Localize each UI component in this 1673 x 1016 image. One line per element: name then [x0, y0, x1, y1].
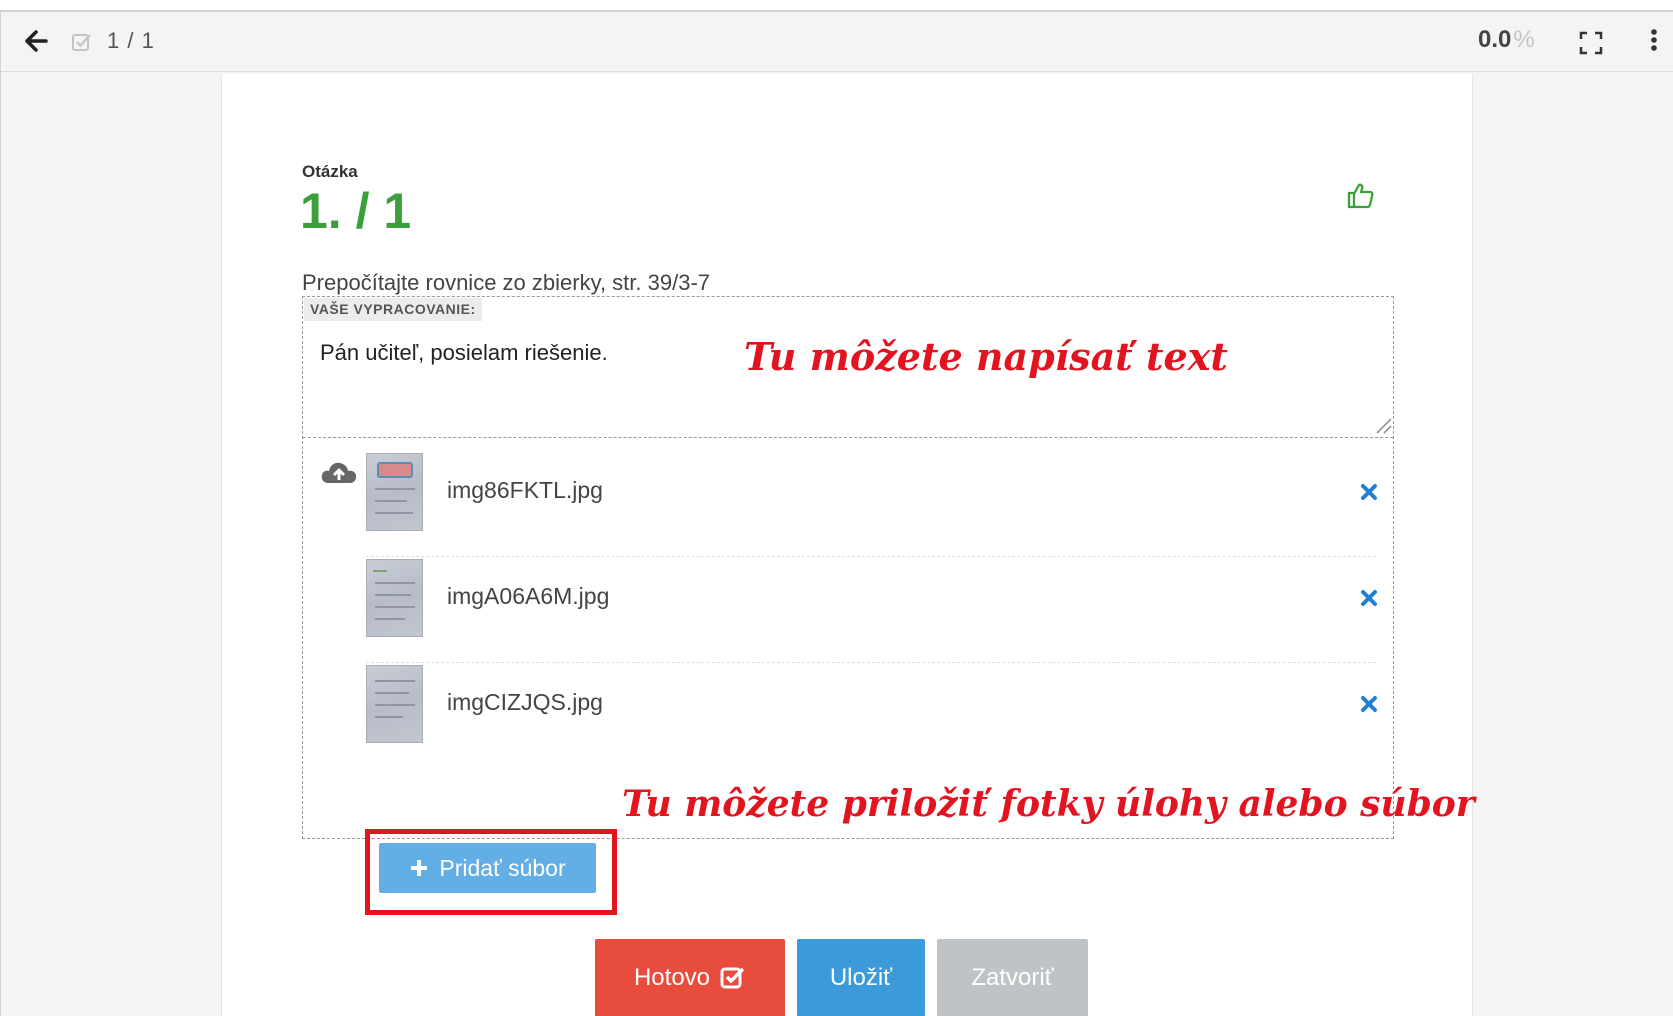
back-arrow-icon[interactable]: [23, 28, 49, 54]
file-name[interactable]: imgCIZJQS.jpg: [447, 689, 603, 716]
answer-textarea[interactable]: Pán učiteľ, posielam riešenie.: [320, 340, 608, 366]
remove-icon[interactable]: [1360, 695, 1378, 713]
file-name[interactable]: imgA06A6M.jpg: [447, 583, 609, 610]
cloud-upload-icon: [321, 462, 357, 483]
question-panel: Otázka 1. / 1 Prepočítajte rovnice zo zb…: [221, 74, 1475, 1016]
check-square-icon: [720, 967, 745, 989]
question-label: Otázka: [302, 162, 358, 181]
top-toolbar: 1 / 1 0.0%: [1, 12, 1673, 72]
annotation-text-hint: Tu môžete napísať text: [744, 334, 1228, 379]
add-file-label: Pridať súbor: [439, 854, 566, 881]
file-row: imgA06A6M.jpg: [366, 559, 1378, 663]
plus-icon: [411, 860, 428, 876]
add-file-button[interactable]: Pridať súbor: [379, 843, 596, 893]
resize-grip-icon[interactable]: [1372, 414, 1392, 434]
progress-unit: %: [1513, 26, 1535, 53]
remove-icon[interactable]: [1360, 483, 1378, 501]
file-row: imgCIZJQS.jpg: [366, 665, 1378, 769]
progress-percent: 0.0%: [1478, 26, 1535, 54]
answer-label: VAŠE VYPRACOVANIE:: [304, 298, 482, 321]
done-label: Hotovo: [633, 964, 711, 991]
file-name[interactable]: img86FKTL.jpg: [447, 477, 603, 504]
file-thumbnail: [366, 559, 423, 637]
fullscreen-icon[interactable]: [1578, 30, 1604, 56]
checkbox-icon: [72, 34, 91, 51]
close-label: Zatvoriť: [971, 964, 1054, 991]
remove-icon[interactable]: [1360, 589, 1378, 607]
done-button[interactable]: Hotovo: [595, 939, 785, 1016]
close-button[interactable]: Zatvoriť: [937, 939, 1088, 1016]
annotation-file-hint: Tu môžete priložiť fotky úlohy alebo súb…: [622, 783, 1475, 825]
file-thumbnail: [366, 453, 423, 531]
question-number: 1. / 1: [300, 183, 412, 239]
file-thumbnail: [366, 665, 423, 743]
more-vertical-icon[interactable]: [1649, 26, 1659, 56]
question-text: Prepočítajte rovnice zo zbierky, str. 39…: [302, 270, 710, 295]
app-frame: 1 / 1 0.0% Otázka 1. / 1 Prepočítajte ro…: [0, 10, 1673, 1016]
thumbs-up-icon[interactable]: [1346, 180, 1376, 210]
save-label: Uložiť: [829, 964, 893, 991]
progress-value: 0.0: [1478, 26, 1512, 53]
question-counter: 1 / 1: [107, 28, 155, 53]
file-row: img86FKTL.jpg: [366, 453, 1378, 557]
divider: [303, 437, 1393, 438]
save-button[interactable]: Uložiť: [797, 939, 925, 1016]
